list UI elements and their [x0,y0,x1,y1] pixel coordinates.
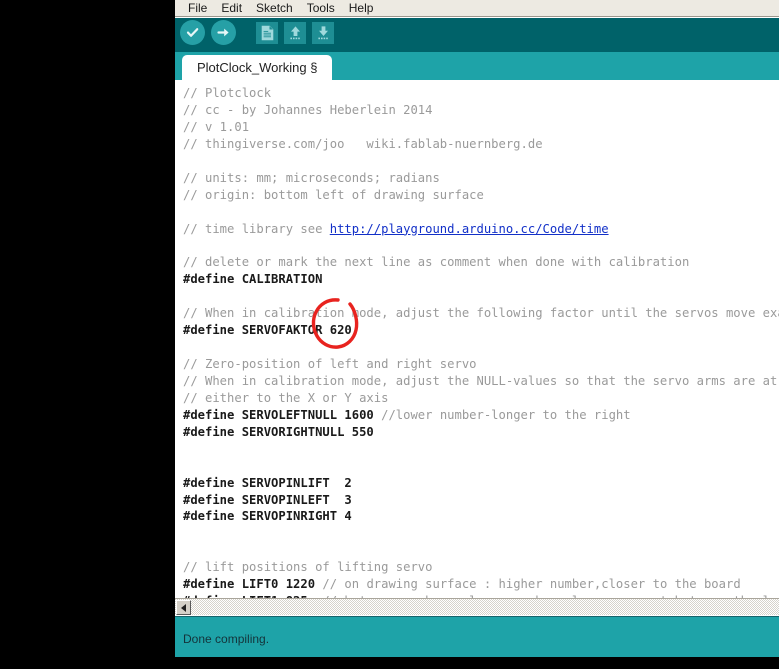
code-segment: #define SERVOLEFTNULL 1600 [183,407,382,422]
code-line: // origin: bottom left of drawing surfac… [183,187,779,204]
code-segment: // Plotclock [183,86,272,100]
new-document-icon [260,25,275,41]
tab-plotclock-working[interactable]: PlotClock_Working § [182,55,333,80]
tab-strip: PlotClock_Working § [175,52,779,80]
code-segment: // units: mm; microseconds; radians [183,170,440,185]
check-icon [185,25,200,40]
code-line: #define SERVOPINLEFT 3 [183,492,779,509]
toolbar [175,18,779,52]
screen-root: File Edit Sketch Tools Help PlotClock_Wo… [0,0,779,669]
menu-tools[interactable]: Tools [300,0,342,17]
code-line: #define CALIBRATION [183,271,779,288]
status-bar: Done compiling. [175,616,779,657]
menu-file[interactable]: File [181,0,214,17]
save-button[interactable] [312,21,334,44]
code-line: // lift positions of lifting servo [183,559,779,576]
code-segment: // Zero-position of left and right servo [183,357,477,371]
menu-bar: File Edit Sketch Tools Help [175,0,779,17]
code-segment: // on drawing surface : higher number,cl… [322,577,741,592]
code-segment: // thingiverse.com/joo wiki.fablab-nuern… [183,136,543,151]
code-line: #define SERVORIGHTNULL 550 [183,424,779,441]
code-line: // units: mm; microseconds; radians [183,170,779,187]
code-link[interactable]: http://playground.arduino.cc/Code/time [330,222,609,236]
menu-edit[interactable]: Edit [214,0,249,17]
scroll-left-arrow[interactable] [176,600,191,615]
tab-label: PlotClock_Working § [197,60,318,75]
code-segment: #define SERVORIGHTNULL 550 [183,424,374,439]
code-segment: #define LIFT0 1220 [183,577,323,592]
code-line: #define SERVOFAKTOR 620 [183,322,779,339]
new-button[interactable] [256,21,278,44]
code-segment: // time library see [183,221,330,236]
code-segment: // cc - by Johannes Heberlein 2014 [183,102,433,117]
arrow-down-icon [316,25,331,41]
code-line: #define SERVOPINRIGHT 4 [183,508,779,525]
code-line: // Plotclock [183,85,779,102]
code-segment: #define SERVOPINLIFT 2 [183,475,352,490]
code-editor[interactable]: // Plotclock // cc - by Johannes Heberlei… [175,80,779,598]
code-segment: #define SERVOPINRIGHT 4 [183,509,352,524]
code-line: #define SERVOPINLIFT 2 [183,475,779,492]
code-content: // Plotclock // cc - by Johannes Heberlei… [183,85,779,598]
menu-help[interactable]: Help [342,0,381,17]
code-segment: // When in calibration mode, adjust the … [183,306,779,321]
code-segment: #define CALIBRATION [183,272,323,287]
code-segment: // lift positions of lifting servo [183,560,433,575]
code-line: // either to the X or Y axis [183,390,779,407]
code-line: // When in calibration mode, adjust the … [183,305,779,322]
code-line: // time library see http://playground.ar… [183,221,779,238]
console-area [175,657,779,669]
code-line: // v 1.01 [183,119,779,136]
code-segment: // delete or mark the next line as comme… [183,255,690,270]
upload-button[interactable] [211,20,236,45]
code-segment: // either to the X or Y axis [183,390,389,405]
code-segment: //lower number-longer to the right [381,407,631,422]
code-segment: // v 1.01 [183,119,250,134]
code-line: #define SERVOLEFTNULL 1600 //lower numbe… [183,407,779,424]
code-segment: // origin: bottom left of drawing surfac… [183,187,484,202]
code-line: // thingiverse.com/joo wiki.fablab-nuern… [183,136,779,153]
code-segment: // When in calibration mode, adjust the … [183,373,779,388]
open-button[interactable] [284,21,306,44]
arduino-ide-window: File Edit Sketch Tools Help PlotClock_Wo… [175,0,779,669]
code-line: // delete or mark the next line as comme… [183,254,779,271]
code-segment: #define SERVOPINLEFT 3 [183,492,352,507]
code-segment: #define SERVOFAKTOR 620 [183,323,352,338]
horizontal-scrollbar[interactable] [175,598,779,615]
code-line: // Zero-position of left and right servo [183,356,779,373]
code-line: // cc - by Johannes Heberlein 2014 [183,102,779,119]
triangle-left-icon [181,603,186,612]
status-message: Done compiling. [183,632,270,646]
menu-sketch[interactable]: Sketch [249,0,300,17]
code-line: #define LIFT0 1220 // on drawing surface… [183,576,779,593]
arrow-up-icon [288,25,303,41]
verify-button[interactable] [180,20,205,45]
arrow-right-icon [216,25,231,40]
code-line: // When in calibration mode, adjust the … [183,373,779,390]
